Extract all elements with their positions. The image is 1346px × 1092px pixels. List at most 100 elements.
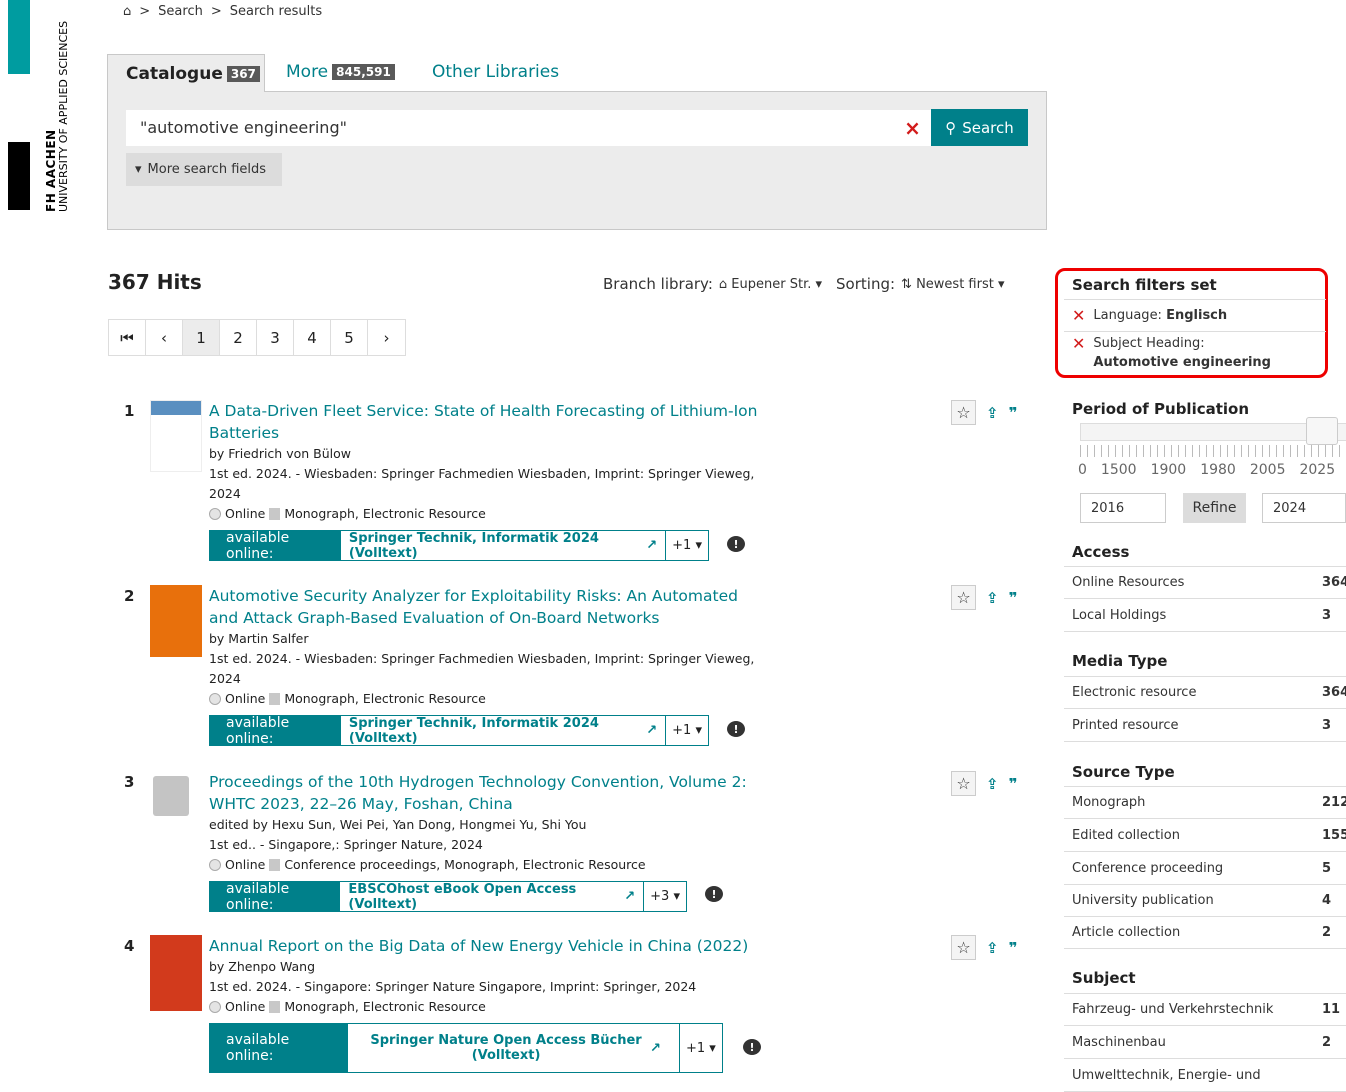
facet-item[interactable]: Online Resources 364 [1064, 566, 1346, 599]
search-button[interactable]: ⚲ Search [931, 109, 1028, 146]
tab-count-badge: 845,591 [332, 64, 395, 80]
active-filter-subject[interactable]: ✕ Subject Heading: Automotive engineerin… [1064, 332, 1326, 372]
book-cover-image[interactable] [150, 400, 202, 472]
logo-line2: UNIVERSITY OF APPLIED SCIENCES [57, 20, 70, 212]
result-title-link[interactable]: A Data-Driven Fleet Service: State of He… [209, 400, 769, 444]
share-icon[interactable]: ⇪ [986, 404, 999, 422]
star-icon[interactable]: ☆ [951, 400, 976, 425]
active-filter-language[interactable]: ✕ Language: Englisch [1064, 299, 1326, 332]
share-icon[interactable]: ⇪ [986, 939, 999, 957]
share-icon[interactable]: ⇪ [986, 589, 999, 607]
refine-button[interactable]: Refine [1183, 493, 1246, 523]
availability-bar: available online: Springer Technik, Info… [209, 530, 709, 562]
chevron-down-icon: ▾ [135, 162, 142, 177]
prev-page-button[interactable]: ‹ [146, 320, 183, 355]
globe-icon [209, 859, 221, 871]
filters-heading: Search filters set [1072, 276, 1217, 294]
book-icon [269, 1001, 281, 1013]
page-4[interactable]: 4 [294, 320, 331, 355]
first-page-button[interactable]: ⏮ [109, 320, 146, 355]
facet-item[interactable]: Electronic resource 364 [1064, 676, 1346, 709]
result-title-link[interactable]: Proceedings of the 10th Hydrogen Technol… [209, 771, 769, 815]
facet-item[interactable]: Conference proceeding 5 [1064, 852, 1346, 885]
pagination: ⏮ ‹ 1 2 3 4 5 › [108, 319, 406, 356]
book-cover-image[interactable] [150, 935, 202, 1011]
online-source-link[interactable]: Springer Nature Open Access Bücher (Voll… [348, 1024, 680, 1072]
search-icon: ⚲ [945, 118, 957, 137]
availability-bar: available online: Springer Technik, Info… [209, 715, 709, 747]
slider-tick-labels: 0 1500 1900 1980 2005 2025 [1078, 462, 1336, 478]
page-3[interactable]: 3 [257, 320, 294, 355]
globe-icon [209, 508, 221, 520]
facet-item[interactable]: Fahrzeug- und Verkehrstechnik 11 [1064, 993, 1346, 1026]
year-to-input[interactable]: 2024 [1262, 493, 1346, 523]
page-1[interactable]: 1 [183, 320, 220, 355]
page-5[interactable]: 5 [331, 320, 368, 355]
source-type-heading: Source Type [1072, 763, 1175, 781]
more-sources-dropdown[interactable]: +1 ▾ [666, 716, 708, 745]
comment-icon[interactable]: ! [705, 886, 723, 902]
more-sources-dropdown[interactable]: +3 ▾ [644, 882, 686, 911]
comment-icon[interactable]: ! [727, 721, 745, 737]
year-from-input[interactable]: 2016 [1080, 493, 1166, 523]
facet-item[interactable]: Umwelttechnik, Energie- und [1064, 1059, 1346, 1092]
availability-bar: available online: EBSCOhost eBook Open A… [209, 881, 687, 913]
book-icon [269, 693, 281, 705]
star-icon[interactable]: ☆ [951, 771, 976, 796]
tab-more[interactable]: More 845,591 [268, 54, 413, 90]
media-type-heading: Media Type [1072, 652, 1168, 670]
book-icon [269, 508, 281, 520]
tab-catalogue[interactable]: Catalogue 367 [107, 54, 265, 92]
book-cover-image[interactable] [150, 585, 202, 657]
logo[interactable]: FH AACHEN UNIVERSITY OF APPLIED SCIENCES [44, 20, 70, 212]
globe-icon [209, 1001, 221, 1013]
search-input[interactable]: "automotive engineering" [126, 110, 894, 146]
breadcrumb-search[interactable]: Search [158, 4, 203, 19]
star-icon[interactable]: ☆ [951, 585, 976, 610]
share-icon[interactable]: ⇪ [986, 775, 999, 793]
quote-icon[interactable]: ❞ [1009, 939, 1018, 957]
availability-bar: available online: Springer Nature Open A… [209, 1023, 723, 1073]
more-search-fields-button[interactable]: ▾ More search fields [126, 153, 282, 186]
clear-search-icon[interactable]: × [894, 110, 931, 146]
next-page-button[interactable]: › [368, 320, 405, 355]
online-source-link[interactable]: EBSCOhost eBook Open Access (Volltext) ↗ [340, 882, 645, 912]
result-title-link[interactable]: Annual Report on the Big Data of New Ene… [209, 935, 769, 957]
quote-icon[interactable]: ❞ [1009, 589, 1018, 607]
tab-other-libraries[interactable]: Other Libraries [414, 54, 577, 90]
facet-item[interactable]: Monograph 212 [1064, 786, 1346, 819]
facet-item[interactable]: Edited collection 155 [1064, 819, 1346, 852]
tab-count-badge: 367 [226, 65, 260, 82]
result-title-link[interactable]: Automotive Security Analyzer for Exploit… [209, 585, 769, 629]
logo-bar-teal [8, 0, 30, 74]
access-heading: Access [1072, 543, 1130, 561]
facet-item[interactable]: University publication 4 [1064, 884, 1346, 917]
breadcrumb: ⌂ > Search > Search results [123, 4, 323, 19]
comment-icon[interactable]: ! [743, 1039, 761, 1055]
sorting-dropdown[interactable]: ⇅ Newest first ▾ [901, 277, 1004, 292]
more-sources-dropdown[interactable]: +1 ▾ [680, 1024, 722, 1072]
facet-item[interactable]: Maschinenbau 2 [1064, 1026, 1346, 1059]
hits-count: 367 Hits [108, 270, 202, 294]
facet-item[interactable]: Printed resource 3 [1064, 709, 1346, 742]
facet-item[interactable]: Local Holdings 3 [1064, 599, 1346, 632]
comment-icon[interactable]: ! [727, 536, 745, 552]
logo-bar-black [8, 142, 30, 210]
more-sources-dropdown[interactable]: +1 ▾ [666, 531, 708, 560]
page-2[interactable]: 2 [220, 320, 257, 355]
book-icon [269, 859, 281, 871]
online-source-link[interactable]: Springer Technik, Informatik 2024 (Vollt… [341, 716, 667, 746]
facet-item[interactable]: Article collection 2 [1064, 916, 1346, 949]
remove-filter-icon[interactable]: ✕ [1072, 306, 1085, 325]
quote-icon[interactable]: ❞ [1009, 404, 1018, 422]
logo-line1: FH AACHEN [44, 129, 58, 212]
quote-icon[interactable]: ❞ [1009, 775, 1018, 793]
branch-library-dropdown[interactable]: ⌂ Eupener Str. ▾ [719, 277, 822, 292]
online-source-link[interactable]: Springer Technik, Informatik 2024 (Vollt… [341, 531, 667, 561]
slider-handle[interactable] [1306, 417, 1338, 445]
book-placeholder-icon[interactable] [153, 776, 189, 816]
home-icon[interactable]: ⌂ [123, 4, 131, 19]
subject-heading: Subject [1072, 969, 1136, 987]
remove-filter-icon[interactable]: ✕ [1072, 334, 1085, 353]
star-icon[interactable]: ☆ [951, 935, 976, 960]
